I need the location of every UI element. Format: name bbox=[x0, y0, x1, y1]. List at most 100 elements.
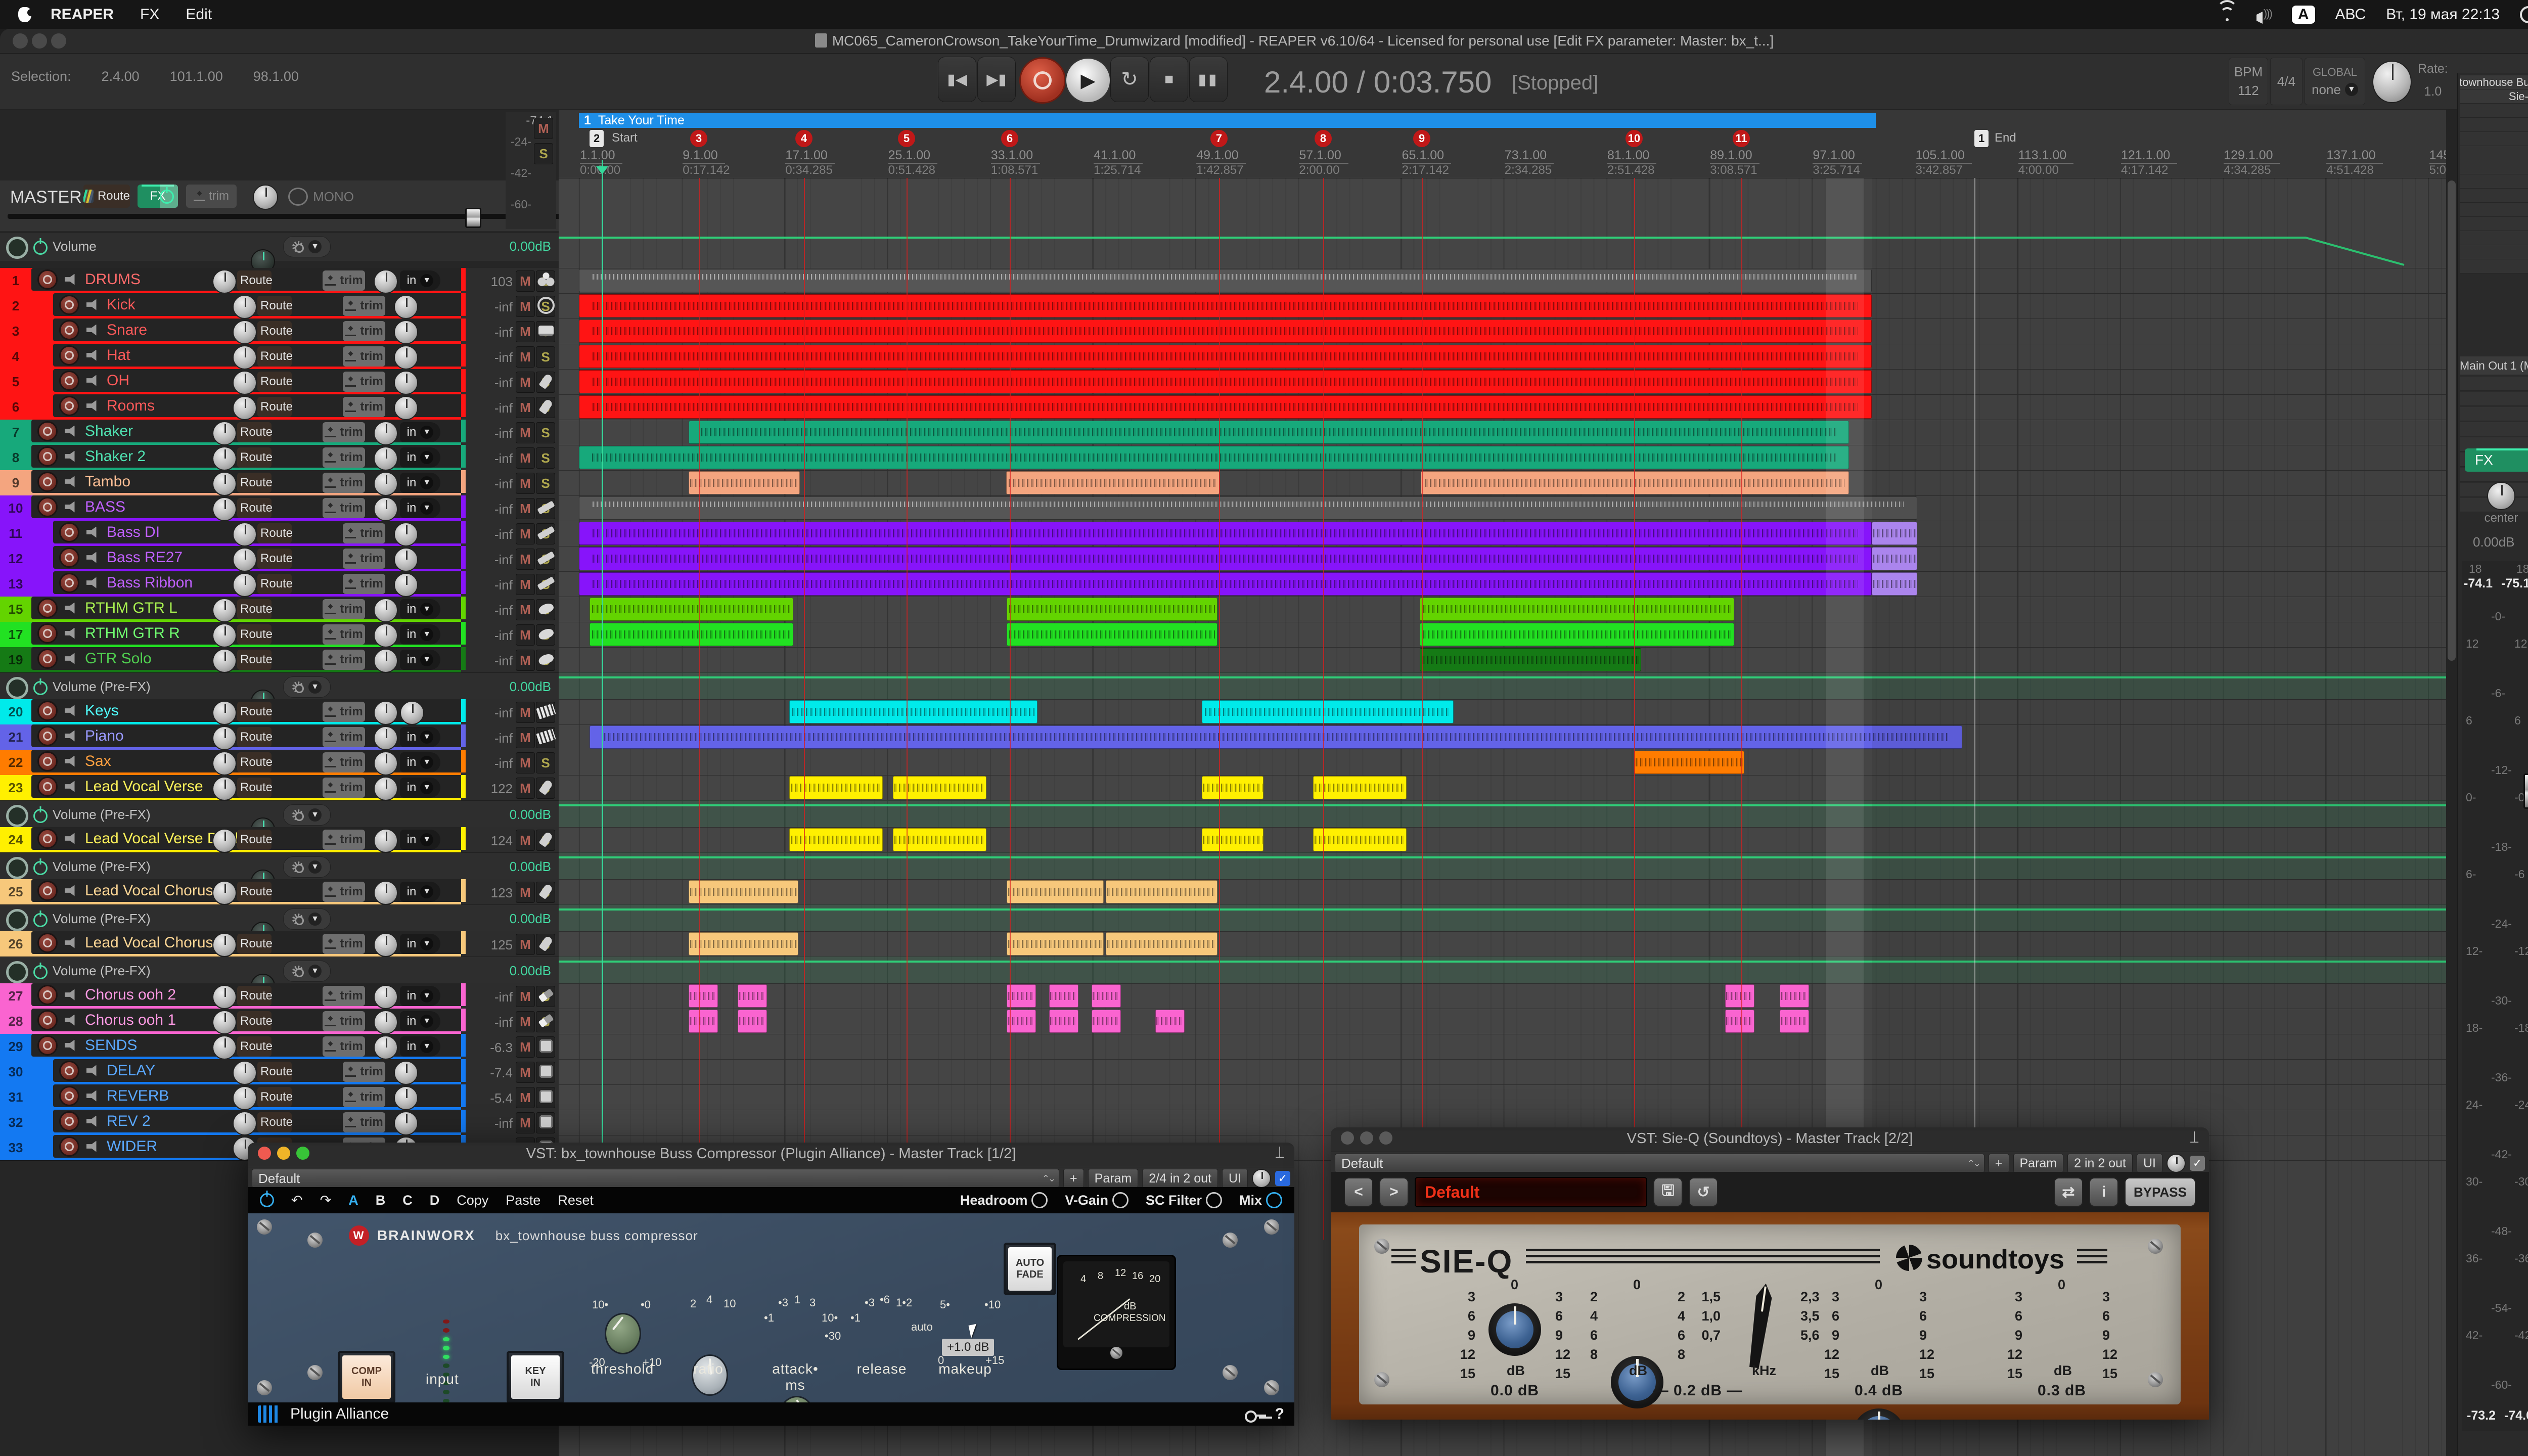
audio-clip[interactable] bbox=[1202, 776, 1263, 799]
input-source-label[interactable]: АВС bbox=[2335, 6, 2366, 23]
volume-knob[interactable] bbox=[394, 371, 418, 395]
track-panel-lead-vocal-verse[interactable]: 23Lead Vocal VerseRouteFXtrimin▼122MS bbox=[0, 775, 559, 801]
record-arm-button[interactable] bbox=[37, 623, 58, 644]
trim-button[interactable]: trim bbox=[343, 397, 385, 417]
input-chip[interactable]: in▼ bbox=[400, 422, 440, 442]
empty-fx-slot[interactable] bbox=[2460, 203, 2528, 217]
audio-clip[interactable] bbox=[590, 598, 793, 621]
volume-knob[interactable] bbox=[374, 726, 398, 750]
bx-knob-mix[interactable]: Mix bbox=[1239, 1192, 1282, 1208]
trim-button[interactable]: trim bbox=[323, 422, 365, 442]
speaker-icon[interactable] bbox=[65, 628, 78, 639]
trim-button[interactable]: trim bbox=[343, 346, 385, 367]
input-chip[interactable]: in▼ bbox=[400, 882, 440, 902]
envelope-bypass-toggle[interactable] bbox=[6, 857, 28, 879]
master-route-button[interactable]: Route bbox=[83, 185, 130, 208]
playrate-knob[interactable] bbox=[2372, 61, 2412, 103]
volume-knob[interactable] bbox=[394, 1086, 418, 1110]
track-panel-oh[interactable]: 5OHRouteFXtrim-infMS bbox=[0, 369, 559, 395]
audio-clip[interactable] bbox=[1106, 880, 1217, 903]
speaker-icon[interactable] bbox=[86, 552, 100, 563]
pan-knob[interactable] bbox=[233, 345, 257, 370]
track-name[interactable]: Chorus ooh 2 bbox=[85, 986, 176, 1004]
track-panel-shaker[interactable]: 7ShakerRouteFXtrimin▼-infMS bbox=[0, 420, 559, 446]
track-name[interactable]: Snare bbox=[107, 322, 147, 339]
volume-knob[interactable] bbox=[374, 881, 398, 905]
pan-knob[interactable] bbox=[212, 701, 237, 725]
record-arm-button[interactable] bbox=[59, 1061, 79, 1081]
bypass-checkbox[interactable]: ✓ bbox=[1275, 1171, 1290, 1186]
pan-knob[interactable] bbox=[233, 1061, 257, 1085]
record-arm-button[interactable] bbox=[37, 1010, 58, 1030]
save-preset-button[interactable]: 🖫 bbox=[1653, 1177, 1683, 1207]
record-arm-button[interactable] bbox=[37, 472, 58, 492]
route-button[interactable]: Route bbox=[237, 752, 272, 772]
volume-knob[interactable] bbox=[374, 829, 398, 853]
master-fx-slot[interactable]: bx_townhouse Buss Compressor bbox=[2460, 75, 2528, 89]
mute-button[interactable]: M bbox=[516, 778, 535, 799]
speaker-icon[interactable] bbox=[65, 476, 78, 487]
envelope-power-icon[interactable] bbox=[33, 809, 48, 823]
envelope-row[interactable]: Volume (Pre-FX)▼0.00dB bbox=[0, 904, 559, 932]
volume-knob[interactable] bbox=[374, 269, 398, 294]
timeline-ruler[interactable]: 1Take Your Time2Start345678910111End1.1.… bbox=[559, 110, 2446, 178]
mute-button[interactable]: M bbox=[516, 882, 535, 903]
mute-button[interactable]: M bbox=[516, 422, 535, 443]
vertical-scrollbar[interactable] bbox=[2446, 110, 2457, 1456]
empty-fx-slot[interactable] bbox=[2460, 118, 2528, 132]
audio-clip[interactable] bbox=[1313, 776, 1407, 799]
audio-clip[interactable] bbox=[1202, 700, 1454, 723]
record-arm-button[interactable] bbox=[59, 1086, 79, 1106]
mute-button[interactable]: M bbox=[516, 473, 535, 494]
master-fx-slot[interactable]: Sie-Q bbox=[2460, 89, 2528, 104]
route-button[interactable]: Route bbox=[257, 321, 292, 341]
audio-clip[interactable] bbox=[579, 395, 1872, 419]
pan-knob[interactable] bbox=[233, 522, 257, 547]
trim-button[interactable]: trim bbox=[343, 372, 385, 392]
volume-knob[interactable] bbox=[394, 1111, 418, 1135]
track-name[interactable]: Bass Ribbon bbox=[107, 574, 193, 592]
record-arm-button[interactable] bbox=[37, 985, 58, 1005]
menu-reaper[interactable]: REAPER bbox=[51, 6, 114, 23]
mute-button[interactable]: M bbox=[516, 574, 535, 595]
record-arm-button[interactable] bbox=[37, 598, 58, 618]
bx-tb-a[interactable]: A bbox=[348, 1193, 358, 1208]
trim-button[interactable]: trim bbox=[323, 752, 365, 772]
trim-button[interactable]: trim bbox=[323, 1036, 365, 1057]
sieq-window[interactable]: VST: Sie-Q (Soundtoys) - Master Track [2… bbox=[1331, 1127, 2209, 1420]
marker-7[interactable]: 7 bbox=[1210, 130, 1228, 147]
track-panel-chorus-ooh-1[interactable]: 28Chorus ooh 1RouteFXtrimin▼-infMS bbox=[0, 1009, 559, 1035]
envelope-row[interactable]: Volume (Pre-FX)▼0.00dB bbox=[0, 672, 559, 700]
record-arm-button[interactable] bbox=[37, 777, 58, 797]
solo-button[interactable]: S bbox=[536, 346, 555, 368]
volume-knob[interactable] bbox=[374, 777, 398, 801]
input-chip[interactable]: in▼ bbox=[400, 498, 440, 518]
envelope-power-icon[interactable] bbox=[33, 913, 48, 927]
play-button[interactable]: ▶ bbox=[1065, 57, 1111, 104]
minimize-button[interactable] bbox=[277, 1147, 290, 1160]
marker-3[interactable]: 3 bbox=[690, 130, 707, 147]
input-source-badge[interactable]: А bbox=[2292, 6, 2315, 24]
route-button[interactable]: Route bbox=[237, 650, 272, 670]
menu-fx[interactable]: FX bbox=[140, 6, 159, 23]
param-button[interactable]: Param bbox=[2013, 1154, 2064, 1173]
track-name[interactable]: RTHM GTR R bbox=[85, 625, 180, 642]
pan-knob[interactable] bbox=[212, 829, 237, 853]
empty-fx-slot[interactable] bbox=[2460, 245, 2528, 259]
master-trim-button[interactable]: trim bbox=[186, 185, 237, 208]
master-width-knob[interactable] bbox=[253, 185, 278, 210]
speaker-icon[interactable] bbox=[65, 937, 78, 948]
selection-length[interactable]: 98.1.00 bbox=[253, 69, 299, 84]
master-fx-enable[interactable]: FX bbox=[2465, 448, 2528, 472]
audio-clip[interactable] bbox=[738, 984, 767, 1008]
track-name[interactable]: SENDS bbox=[85, 1037, 137, 1054]
wifi-icon[interactable] bbox=[2218, 8, 2236, 21]
pan-knob[interactable] bbox=[233, 320, 257, 344]
track-panel-rthm-gtr-l[interactable]: 15RTHM GTR LRouteFXtrimin▼-infMS bbox=[0, 597, 559, 623]
go-to-end-button[interactable]: ▶▮ bbox=[977, 57, 1016, 102]
trim-button[interactable]: trim bbox=[343, 1112, 385, 1132]
master-pan-knob[interactable] bbox=[2487, 482, 2515, 510]
record-arm-button[interactable] bbox=[37, 881, 58, 901]
audio-clip[interactable] bbox=[1725, 984, 1754, 1008]
bx-townhouse-window[interactable]: VST: bx_townhouse Buss Compressor (Plugi… bbox=[248, 1143, 1294, 1426]
